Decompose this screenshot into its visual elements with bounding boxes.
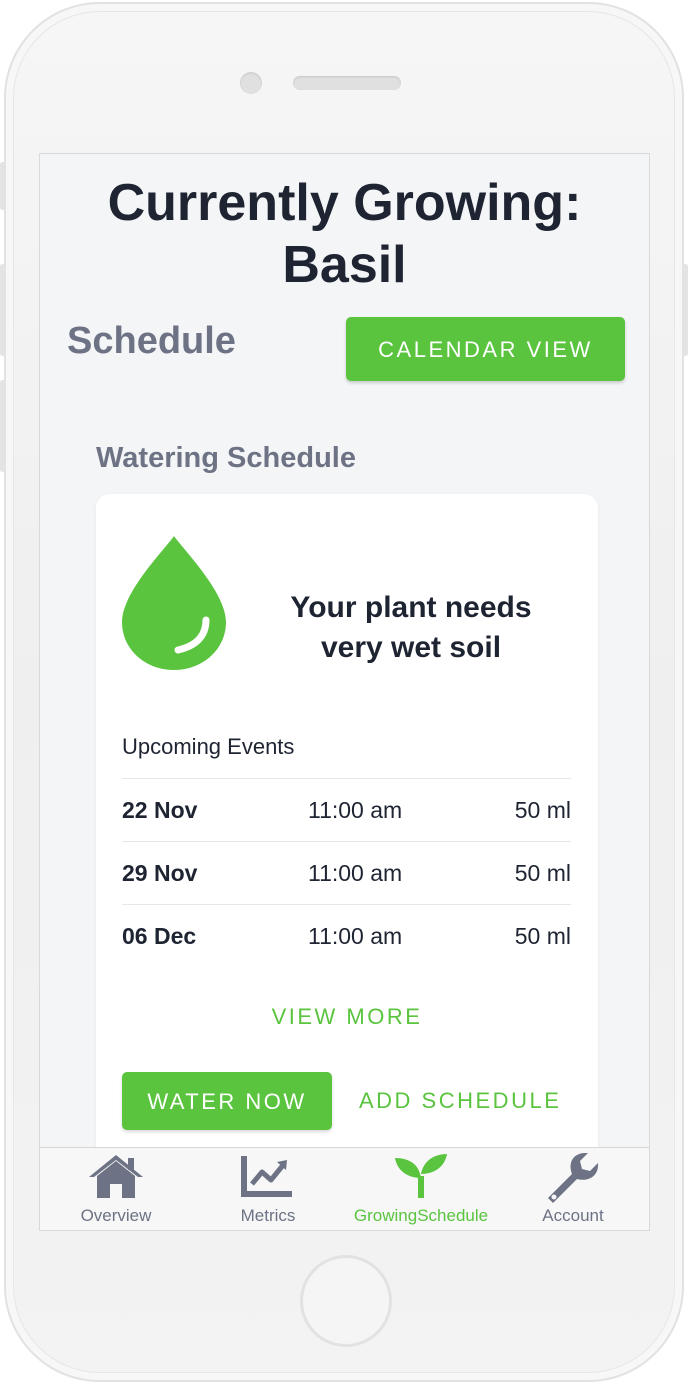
soil-requirement-line1: Your plant needs [290,591,532,624]
event-time: 11:00 am [308,923,403,949]
earpiece-speaker [293,76,401,90]
home-button[interactable] [300,1255,392,1347]
power-button [683,264,688,356]
event-row: 29 Nov 11:00 am 50 ml [122,841,571,904]
event-date: 29 Nov [122,860,198,886]
water-now-button[interactable]: WATER NOW [122,1072,332,1130]
water-drop-icon [122,536,226,670]
app-screen: Currently Growing: Basil Schedule CALEND… [39,153,650,1231]
tab-label: GrowingSchedule [353,1206,489,1225]
event-amount: 50 ml [514,797,571,823]
schedule-heading: Schedule [67,320,236,362]
watering-card: Your plant needs very wet soil Upcoming … [96,494,598,1214]
page-title-line1: Currently Growing: [107,174,582,232]
upcoming-events-heading: Upcoming Events [122,734,295,759]
event-row: 06 Dec 11:00 am 50 ml [122,904,571,967]
page-title: Currently Growing: Basil [40,172,649,296]
tab-account[interactable]: Account [497,1148,649,1230]
volume-up-button [0,264,5,356]
sprout-icon [395,1154,447,1198]
page-title-plant: Basil [282,236,407,294]
chart-icon [241,1156,292,1197]
event-date: 22 Nov [122,797,198,823]
bottom-tab-bar: Overview Metrics GrowingSchedule Account [40,1147,649,1230]
calendar-view-button[interactable]: CALENDAR VIEW [346,317,625,381]
mute-switch [0,162,5,210]
tab-label: Account [542,1206,604,1225]
event-row: 22 Nov 11:00 am 50 ml [122,778,571,841]
add-schedule-link[interactable]: ADD SCHEDULE [359,1088,561,1114]
event-date: 06 Dec [122,923,197,949]
event-time: 11:00 am [308,797,403,823]
event-amount: 50 ml [514,860,571,886]
events-list: 22 Nov 11:00 am 50 ml 29 Nov 11:00 am 50… [122,778,571,967]
event-time: 11:00 am [308,860,403,886]
tab-label: Overview [80,1206,152,1225]
volume-down-button [0,380,5,472]
soil-requirement-line2: very wet soil [320,631,502,664]
tab-overview[interactable]: Overview [40,1148,192,1230]
soil-requirement: Your plant needs very wet soil [266,588,556,668]
event-amount: 50 ml [514,923,571,949]
tab-growing-schedule[interactable]: GrowingSchedule [345,1148,497,1230]
view-more-link[interactable]: VIEW MORE [96,1004,598,1030]
wrench-icon [548,1153,599,1203]
watering-schedule-heading: Watering Schedule [96,442,356,474]
tab-metrics[interactable]: Metrics [192,1148,344,1230]
front-camera [240,72,262,94]
home-icon [89,1155,143,1198]
tab-label: Metrics [240,1206,296,1225]
